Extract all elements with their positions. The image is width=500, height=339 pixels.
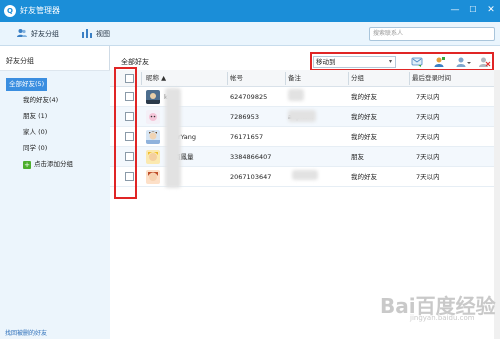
friend-groups-button[interactable]: 好友分组 [17, 28, 59, 40]
group: 我的好友 [351, 173, 377, 181]
friends-icon [17, 29, 27, 37]
add-group-label: 点击添加分组 [34, 160, 73, 168]
watermark: Bai百度经验 jingyan.baidu.com [380, 290, 496, 332]
watermark-url: jingyan.baidu.com [410, 314, 475, 322]
view-bars-icon [82, 29, 92, 38]
add-icon: + [23, 161, 31, 169]
column-group[interactable]: 分组 [351, 70, 364, 87]
friend-manager-window: Q 好友管理器 — ☐ ✕ 好友分组 视图 搜索联系人 好友分组 全部好友(5)… [0, 0, 500, 339]
account: 2067103647 [230, 173, 272, 181]
manage-friends-button[interactable] [455, 56, 472, 68]
account: 76171657 [230, 133, 264, 141]
account: 3384866407 [230, 153, 272, 161]
close-button[interactable]: ✕ [482, 2, 500, 18]
group-list [0, 71, 110, 339]
add-friend-button[interactable] [433, 56, 446, 68]
sidebar-item-friends[interactable]: 朋友 (1) [20, 110, 50, 123]
column-remark[interactable]: 备注 [288, 70, 301, 87]
add-group-button[interactable]: + 点击添加分组 [20, 158, 76, 171]
checkbox-column-highlight [114, 67, 137, 199]
move-to-select[interactable]: 移动到 ▾ [313, 56, 396, 68]
column-divider [348, 72, 349, 85]
column-divider [227, 72, 228, 85]
title-bar[interactable]: Q 好友管理器 — ☐ ✕ [0, 0, 500, 22]
avatar [146, 150, 160, 164]
chevron-down-icon: ▾ [388, 58, 392, 65]
column-nickname-label: 昵称 [146, 74, 159, 82]
delete-friend-button[interactable] [478, 56, 491, 68]
group: 我的好友 [351, 133, 377, 141]
column-divider [285, 72, 286, 85]
avatar [146, 170, 160, 184]
minimize-button[interactable]: — [446, 2, 464, 18]
sort-ascending-icon: ▲ [161, 74, 167, 82]
account: 624709825 [230, 93, 268, 101]
privacy-blur [292, 170, 318, 180]
sidebar-header: 好友分组 [6, 57, 34, 65]
action-bar-highlight: 移动到 ▾ [310, 52, 494, 71]
group: 我的好友 [351, 93, 377, 101]
view-label: 视图 [96, 30, 110, 38]
privacy-blur [288, 110, 316, 122]
sidebar-item-my-friends[interactable]: 我的好友(4) [20, 94, 61, 107]
last-login: 7天以内 [416, 133, 440, 141]
move-to-label: 移动到 [316, 58, 336, 66]
view-button[interactable]: 视图 [82, 28, 110, 40]
column-divider [409, 72, 410, 85]
column-divider [141, 72, 142, 85]
avatar [146, 90, 160, 104]
privacy-blur [288, 89, 304, 101]
search-input[interactable]: 搜索联系人 [369, 27, 495, 41]
column-account[interactable]: 帐号 [230, 70, 243, 87]
sidebar-item-all-friends[interactable]: 全部好友(5) [6, 78, 48, 91]
column-last-login[interactable]: 最后登录时间 [412, 70, 451, 87]
last-login: 7天以内 [416, 93, 440, 101]
column-nickname[interactable]: 昵称 ▲ [146, 70, 166, 87]
avatar [146, 130, 160, 144]
account: 7286953 [230, 113, 259, 121]
maximize-button[interactable]: ☐ [464, 2, 482, 18]
friend-groups-label: 好友分组 [31, 30, 59, 38]
qq-logo-icon: Q [4, 5, 16, 17]
toolbar: 好友分组 视图 搜索联系人 [0, 22, 500, 46]
group: 我的好友 [351, 113, 377, 121]
privacy-blur [165, 88, 181, 188]
group: 朋友 [351, 153, 364, 161]
table-header: 昵称 ▲ 帐号 备注 分组 最后登录时间 [110, 70, 500, 87]
last-login: 7天以内 [416, 113, 440, 121]
window-title: 好友管理器 [20, 6, 60, 15]
avatar [146, 110, 160, 124]
last-login: 7天以内 [416, 173, 440, 181]
main-title: 全部好友 [121, 58, 149, 66]
send-message-button[interactable] [411, 56, 424, 68]
recover-deleted-friends-link[interactable]: 找回被删的好友 [5, 328, 47, 337]
last-login: 7天以内 [416, 153, 440, 161]
sidebar-item-classmates[interactable]: 同学 (0) [20, 142, 50, 155]
sidebar-item-family[interactable]: 家人 (0) [20, 126, 50, 139]
